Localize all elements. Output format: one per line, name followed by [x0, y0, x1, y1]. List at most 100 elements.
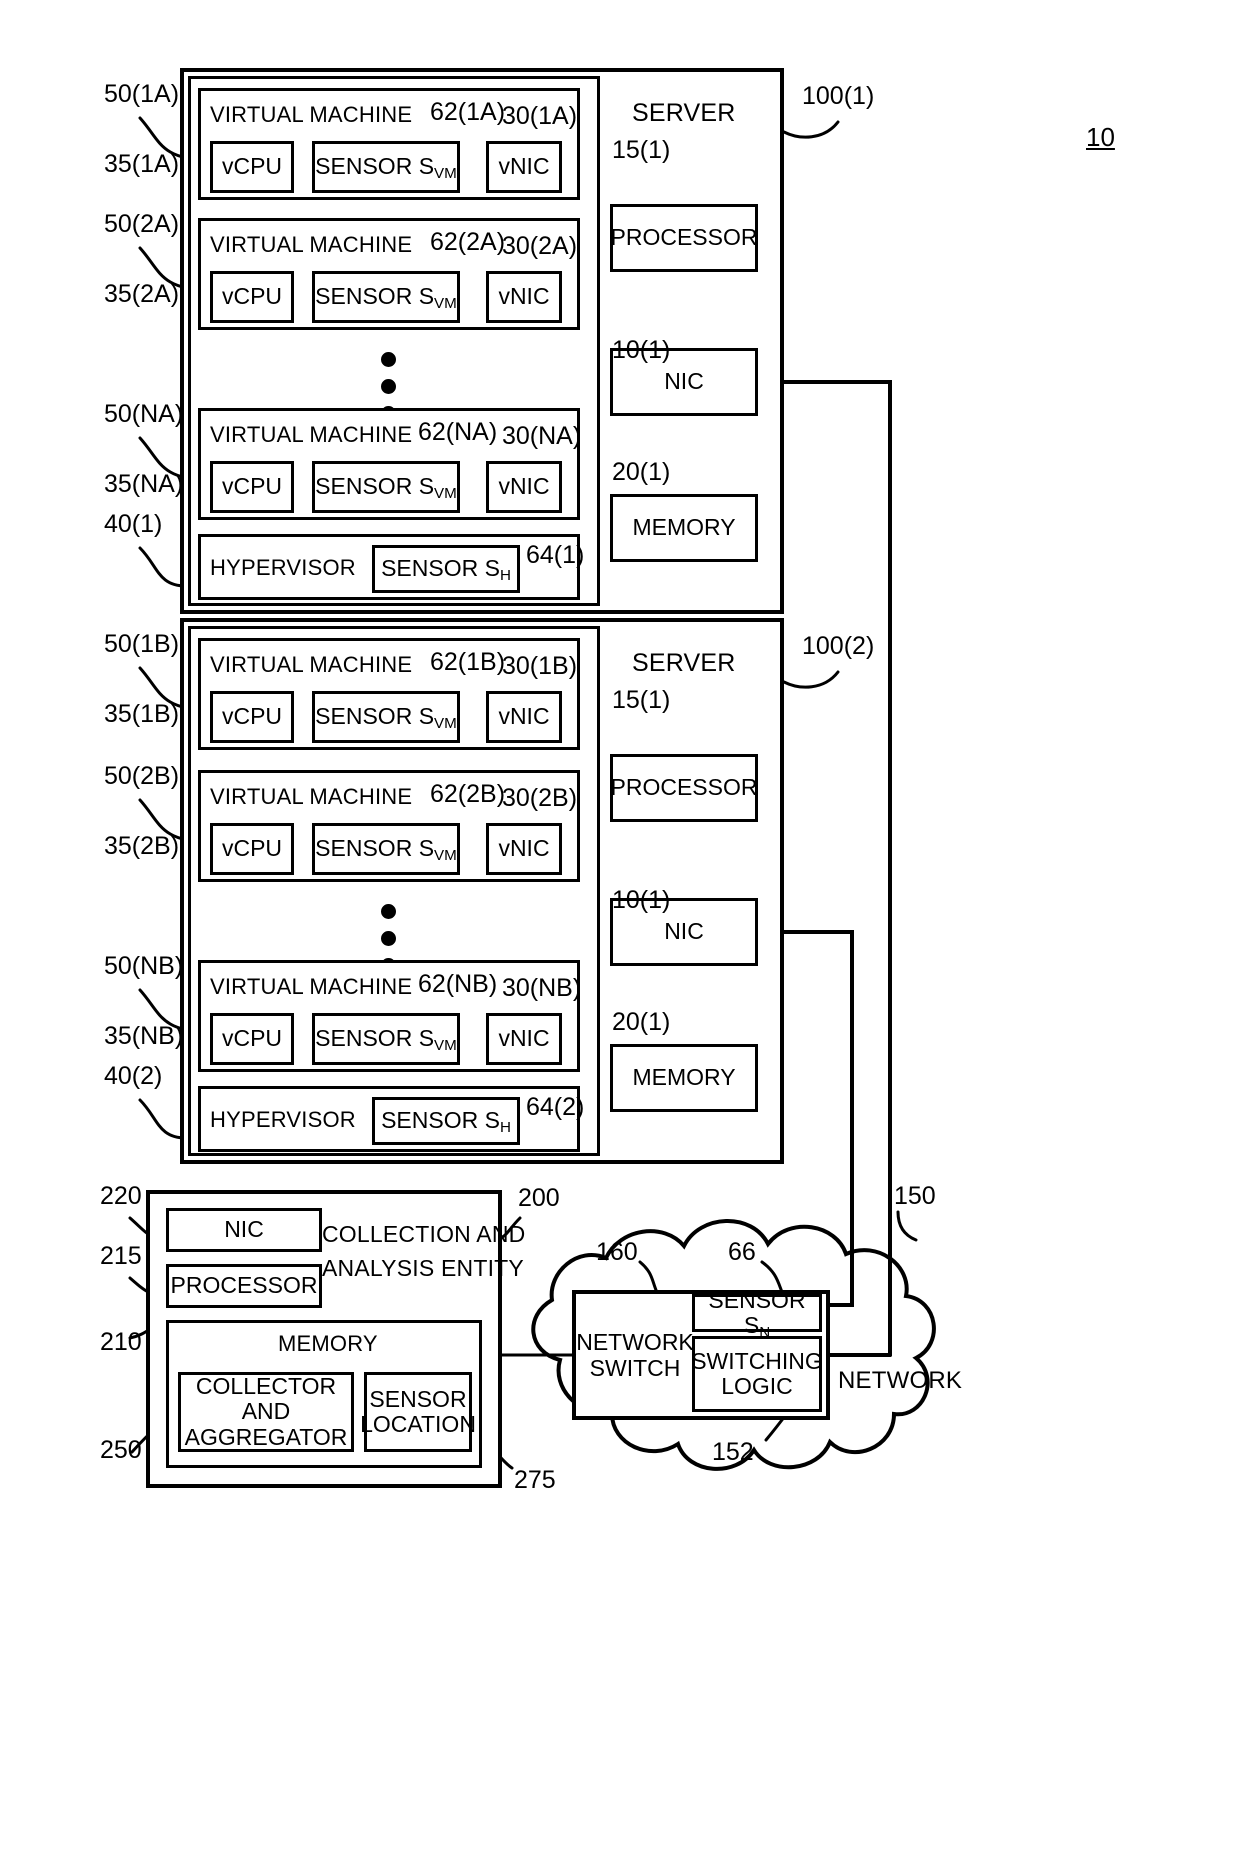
collection-entity-processor: PROCESSOR — [166, 1264, 322, 1308]
network-label: NETWORK — [838, 1367, 963, 1394]
server-1-title: SERVER — [632, 99, 736, 127]
sensor-location-line2: LOCATION — [360, 1411, 476, 1437]
ref-66: 66 — [728, 1238, 756, 1266]
vm-1b-vcpu: vCPU — [210, 691, 294, 743]
ref-62-2b: 62(2B) — [430, 780, 506, 808]
ref-50-na: 50(NA) — [104, 400, 184, 428]
switching-logic: SWITCHING LOGIC — [691, 1336, 823, 1412]
vm-na-sensor-sub: VM — [434, 485, 457, 503]
ref-210: 210 — [100, 1328, 142, 1356]
network-switch-line1: NETWORK — [576, 1328, 694, 1355]
vm-2a-vcpu-label: vCPU — [221, 283, 283, 310]
vm-2a-vnic: vNIC — [486, 271, 562, 323]
vm-na-vcpu-label: vCPU — [221, 473, 283, 500]
ref-62-2a: 62(2A) — [430, 228, 506, 256]
vm-2b-sensor-label: SENSOR S — [315, 835, 435, 862]
vm-1a-vcpu-label: vCPU — [221, 153, 283, 180]
hypervisor-1-sensor-sub: H — [499, 567, 511, 585]
hypervisor-2-sensor: SENSOR SH — [372, 1097, 520, 1145]
hypervisor-1-label: HYPERVISOR — [210, 555, 356, 580]
collection-entity-memory-label: MEMORY — [278, 1331, 378, 1356]
vm-1a-title: VIRTUAL MACHINE — [210, 102, 413, 127]
figure-number: 10 — [1086, 122, 1115, 152]
sensor-location-line1: SENSOR — [369, 1385, 467, 1412]
ref-152: 152 — [712, 1438, 754, 1466]
server-2-memory: MEMORY — [610, 1044, 758, 1112]
server-2-processor-label: PROCESSOR — [610, 774, 758, 801]
collection-entity-nic: NIC — [166, 1208, 322, 1252]
hypervisor-2-sensor-sub: H — [499, 1119, 511, 1137]
vm-na-sensor: SENSOR SVM — [312, 461, 460, 513]
server-2-processor: PROCESSOR — [610, 754, 758, 822]
ref-10-1: 10(1) — [612, 336, 671, 364]
hypervisor-1-sensor: SENSOR SH — [372, 545, 520, 593]
server-1-processor: PROCESSOR — [610, 204, 758, 272]
ref-40-1: 40(1) — [104, 510, 163, 538]
ref-40-2: 40(2) — [104, 1062, 163, 1090]
ref-62-1a: 62(1A) — [430, 98, 506, 126]
ref-50-1a: 50(1A) — [104, 80, 180, 108]
server-2-title: SERVER — [632, 649, 736, 677]
vm-2a-vcpu: vCPU — [210, 271, 294, 323]
vm-nb-vcpu-label: vCPU — [221, 1025, 283, 1052]
collector-line2: AGGREGATOR — [184, 1423, 348, 1450]
collection-entity-title-line2: ANALYSIS ENTITY — [322, 1255, 524, 1281]
hypervisor-1-sensor-label: SENSOR S — [381, 555, 500, 582]
collection-entity-title-line1: COLLECTION AND — [322, 1221, 526, 1247]
vm-nb-vcpu: vCPU — [210, 1013, 294, 1065]
vm-1b-vnic: vNIC — [486, 691, 562, 743]
ref-50-1b: 50(1B) — [104, 630, 180, 658]
vm-nb-sensor: SENSOR SVM — [312, 1013, 460, 1065]
collector-line1: COLLECTOR AND — [195, 1373, 337, 1425]
ref-35-na: 35(NA) — [104, 470, 184, 498]
server-2-ref: 100(2) — [802, 632, 875, 660]
switching-logic-line2: LOGIC — [721, 1373, 793, 1399]
ref-275: 275 — [514, 1466, 556, 1494]
vm-nb-vnic-label: vNIC — [498, 1025, 550, 1052]
collector-and-aggregator: COLLECTOR AND AGGREGATOR — [178, 1372, 354, 1452]
switching-logic-line1: SWITCHING — [691, 1347, 823, 1374]
vm-1b-vcpu-label: vCPU — [221, 703, 283, 730]
network-sensor: SENSOR SN — [692, 1287, 822, 1341]
vm-na-sensor-label: SENSOR S — [315, 473, 435, 500]
server-1-memory: MEMORY — [610, 494, 758, 562]
vm-1b-title: VIRTUAL MACHINE — [210, 652, 413, 677]
vm-1a-sensor: SENSOR SVM — [312, 141, 460, 193]
ref-35-1b: 35(1B) — [104, 700, 180, 728]
vm-1b-sensor-label: SENSOR S — [315, 703, 435, 730]
vm-1a-vnic-label: vNIC — [498, 153, 550, 180]
vm-1b-vnic-label: vNIC — [498, 703, 550, 730]
vm-2b-sensor: SENSOR SVM — [312, 823, 460, 875]
vm-nb-title: VIRTUAL MACHINE — [210, 974, 413, 999]
server-1-nic-label: NIC — [664, 368, 704, 395]
network-switch-label: NETWORK SWITCH — [576, 1318, 694, 1392]
ref-30-1a: 30(1A) — [502, 102, 578, 130]
vm-1a-sensor-label: SENSOR S — [315, 153, 435, 180]
ref-30-2b: 30(2B) — [502, 784, 578, 812]
ref-15-1: 15(1) — [612, 136, 671, 164]
server-2-memory-label: MEMORY — [632, 1064, 736, 1091]
ref-35-2a: 35(2A) — [104, 280, 180, 308]
ref-50-nb: 50(NB) — [104, 952, 184, 980]
vm-1b-sensor: SENSOR SVM — [312, 691, 460, 743]
ref-150: 150 — [894, 1182, 936, 1210]
vm-2b-vcpu-label: vCPU — [221, 835, 283, 862]
vm-2a-sensor: SENSOR SVM — [312, 271, 460, 323]
vm-na-vnic-label: vNIC — [498, 473, 550, 500]
ref-30-1b: 30(1B) — [502, 652, 578, 680]
ref-30-nb: 30(NB) — [502, 974, 582, 1002]
vm-2b-vcpu: vCPU — [210, 823, 294, 875]
vm-1a-vnic: vNIC — [486, 141, 562, 193]
ref-200: 200 — [518, 1184, 560, 1212]
ref-62-nb: 62(NB) — [418, 970, 498, 998]
server-1-ref: 100(1) — [802, 82, 875, 110]
vm-2b-vnic: vNIC — [486, 823, 562, 875]
vm-1a-vcpu: vCPU — [210, 141, 294, 193]
ref-30-na: 30(NA) — [502, 422, 582, 450]
vm-nb-sensor-label: SENSOR S — [315, 1025, 435, 1052]
network-sensor-label: SENSOR S — [708, 1286, 806, 1338]
ref-20-1-b: 20(1) — [612, 1008, 671, 1036]
ref-220: 220 — [100, 1182, 142, 1210]
ref-35-2b: 35(2B) — [104, 832, 180, 860]
network-switch-line2: SWITCH — [589, 1355, 681, 1381]
